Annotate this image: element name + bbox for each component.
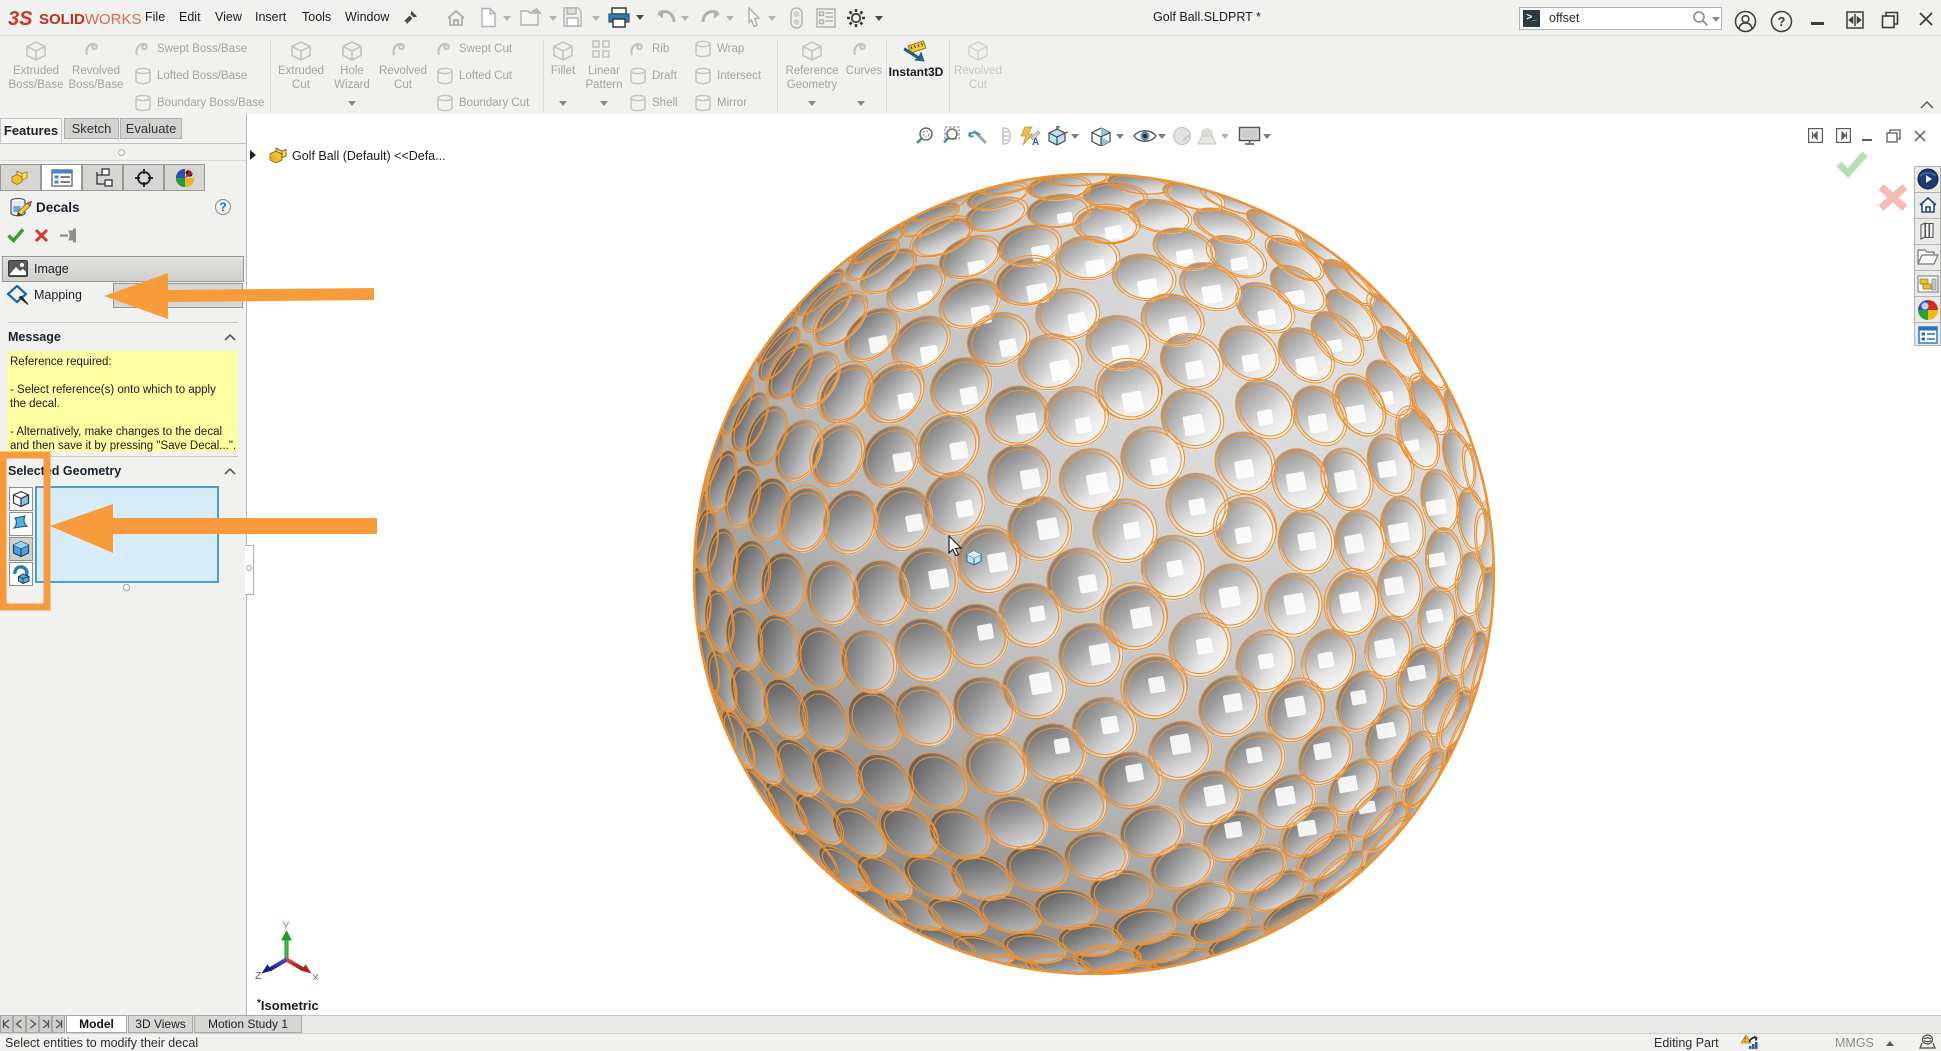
svg-text:X: X: [312, 972, 319, 980]
svg-text:A: A: [1032, 137, 1039, 146]
svg-text:3S: 3S: [8, 8, 33, 29]
svg-text:SOLIDWORKS: SOLIDWORKS: [39, 11, 142, 28]
svg-text:!: !: [1744, 1037, 1746, 1044]
svg-text:Z: Z: [255, 970, 262, 980]
svg-text:?: ?: [1778, 14, 1786, 29]
svg-text:Y: Y: [283, 920, 290, 932]
